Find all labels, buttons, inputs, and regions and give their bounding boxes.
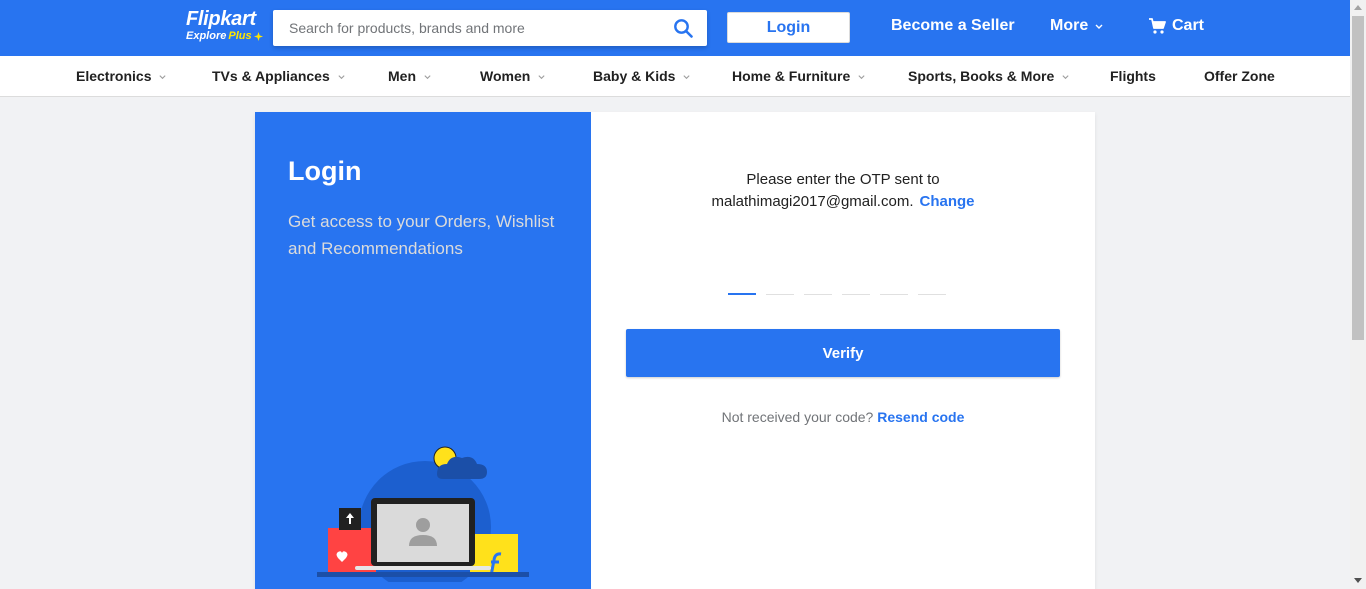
- category-home-furniture[interactable]: Home & Furniture: [732, 68, 866, 84]
- category-men[interactable]: Men: [388, 68, 432, 84]
- logo-text: Flipkart: [186, 8, 256, 30]
- page-scrollbar[interactable]: [1350, 0, 1366, 589]
- otp-message-text: Please enter the OTP sent to: [746, 171, 940, 188]
- top-header: Flipkart Explore Plus Login Become a Sel…: [0, 0, 1350, 56]
- more-menu[interactable]: More: [1050, 17, 1104, 35]
- category-label: Offer Zone: [1204, 68, 1275, 84]
- otp-input-group: [728, 292, 946, 295]
- category-label: Sports, Books & More: [908, 68, 1055, 84]
- chevron-down-icon: [1062, 74, 1069, 79]
- cart-link[interactable]: Cart: [1148, 17, 1204, 35]
- flipkart-logo[interactable]: Flipkart Explore Plus: [186, 9, 263, 43]
- change-email-link[interactable]: Change: [919, 193, 974, 210]
- login-illustration: [317, 446, 529, 582]
- category-label: Men: [388, 68, 416, 84]
- plus-icon: [253, 31, 263, 41]
- category-label: Women: [480, 68, 531, 84]
- search-icon[interactable]: [673, 18, 693, 38]
- become-seller-label: Become a Seller: [891, 17, 1015, 34]
- search-input[interactable]: [289, 10, 659, 46]
- logo-plus-text: Plus: [228, 30, 252, 42]
- category-label: Flights: [1110, 68, 1156, 84]
- login-card: Login Get access to your Orders, Wishlis…: [255, 112, 1095, 589]
- chevron-down-icon: [683, 74, 691, 79]
- category-women[interactable]: Women: [480, 68, 546, 84]
- search-bar: [273, 10, 707, 46]
- otp-email: malathimagi2017@gmail.com.: [711, 193, 914, 210]
- otp-message: Please enter the OTP sent to malathimagi…: [591, 169, 1095, 213]
- otp-digit-5[interactable]: [880, 292, 908, 295]
- category-tvs-appliances[interactable]: TVs & Appliances: [212, 68, 346, 84]
- resend-row: Not received your code? Resend code: [591, 409, 1095, 425]
- chevron-down-icon: [424, 74, 431, 79]
- otp-digit-2[interactable]: [766, 292, 794, 295]
- login-info-panel: Login Get access to your Orders, Wishlis…: [255, 112, 591, 589]
- category-label: Baby & Kids: [593, 68, 676, 84]
- otp-digit-6[interactable]: [918, 292, 946, 295]
- cart-label: Cart: [1172, 17, 1205, 34]
- otp-digit-3[interactable]: [804, 292, 832, 295]
- category-nav: Electronics TVs & Appliances Men Women B…: [0, 56, 1350, 97]
- scroll-up-arrow-icon[interactable]: [1354, 4, 1362, 10]
- scroll-down-arrow-icon[interactable]: [1354, 578, 1362, 584]
- chevron-down-icon: [159, 74, 167, 79]
- chevron-down-icon: [338, 74, 345, 79]
- resend-prompt: Not received your code?: [721, 409, 874, 425]
- become-seller-link[interactable]: Become a Seller: [891, 17, 1015, 35]
- login-button[interactable]: Login: [727, 12, 850, 43]
- logo-subtext: Explore Plus: [186, 29, 263, 43]
- category-label: Home & Furniture: [732, 68, 851, 84]
- category-sports-books[interactable]: Sports, Books & More: [908, 68, 1070, 84]
- panel-description: Get access to your Orders, Wishlist and …: [288, 212, 555, 258]
- category-electronics[interactable]: Electronics: [76, 68, 167, 84]
- chevron-down-icon: [858, 74, 865, 79]
- scroll-thumb[interactable]: [1352, 16, 1364, 340]
- cart-icon: [1149, 18, 1166, 34]
- more-label: More: [1050, 17, 1089, 34]
- resend-code-link[interactable]: Resend code: [877, 409, 964, 425]
- otp-digit-1[interactable]: [728, 292, 756, 295]
- logo-explore-text: Explore: [186, 30, 227, 42]
- panel-title: Login: [288, 156, 362, 186]
- otp-panel: Please enter the OTP sent to malathimagi…: [591, 112, 1095, 589]
- chevron-down-icon: [1095, 24, 1103, 29]
- category-baby-kids[interactable]: Baby & Kids: [593, 68, 691, 84]
- category-flights[interactable]: Flights: [1110, 68, 1156, 84]
- category-label: Electronics: [76, 68, 152, 84]
- otp-digit-4[interactable]: [842, 292, 870, 295]
- category-label: TVs & Appliances: [212, 68, 330, 84]
- verify-button[interactable]: Verify: [626, 329, 1060, 377]
- chevron-down-icon: [538, 74, 545, 79]
- category-offer-zone[interactable]: Offer Zone: [1204, 68, 1275, 84]
